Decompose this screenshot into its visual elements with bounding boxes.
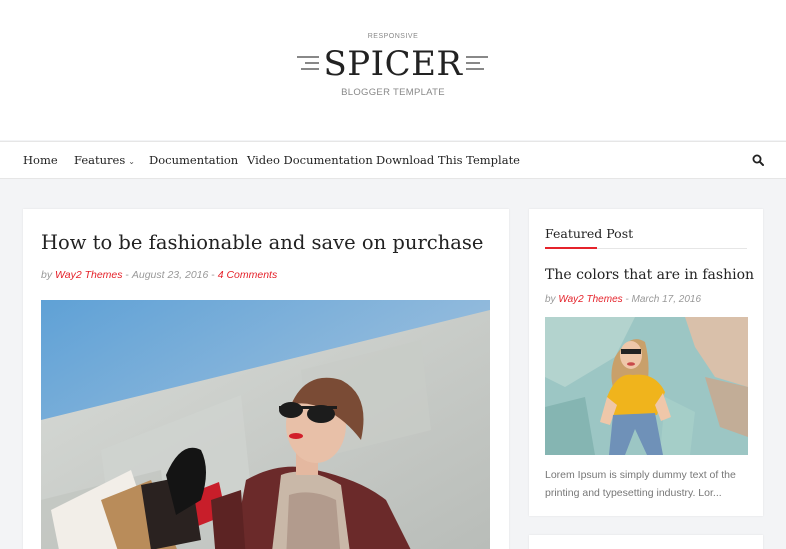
nav-item-documentation[interactable]: Documentation [149, 153, 238, 167]
chevron-down-icon: ⌄ [128, 157, 135, 166]
logo-subtitle: BLOGGER TEMPLATE [341, 87, 445, 98]
post-author-link[interactable]: Way2 Themes [55, 269, 123, 281]
featured-post-widget: Featured Post The colors that are in fas… [529, 209, 763, 516]
featured-post-image[interactable] [545, 317, 748, 455]
logo-decoration-right [466, 56, 488, 70]
featured-post-title[interactable]: The colors that are in fashion [545, 267, 754, 283]
search-icon[interactable] [752, 154, 764, 166]
post-date: August 23, 2016 [131, 269, 209, 281]
widget-divider-accent [545, 247, 597, 249]
post-card: How to be fashionable and save on purcha… [23, 209, 509, 549]
main-navigation: Home Features ⌄ Documentation Video Docum… [0, 141, 786, 179]
post-by: by [41, 269, 53, 281]
post-title[interactable]: How to be fashionable and save on purcha… [41, 231, 483, 254]
post-meta: by Way2 Themes - August 23, 2016 - 4 Com… [41, 269, 277, 281]
sidebar-widget-next [529, 535, 763, 549]
featured-post-author-link[interactable]: Way2 Themes [558, 294, 622, 305]
widget-title: Featured Post [545, 226, 634, 241]
nav-item-features-label: Features [74, 153, 126, 167]
post-meta-separator: - [208, 269, 218, 281]
post-meta-separator: - [122, 269, 132, 281]
nav-item-download-template[interactable]: Download This Template [376, 153, 520, 167]
post-featured-image[interactable] [41, 300, 490, 549]
featured-post-meta: by Way2 Themes - March 17, 2016 [545, 294, 701, 305]
logo-tagline: RESPONSIVE [367, 33, 419, 40]
nav-item-features[interactable]: Features ⌄ [74, 153, 135, 167]
site-header: RESPONSIVE SPICER BLOGGER TEMPLATE [0, 0, 786, 140]
post-comments-link[interactable]: 4 Comments [218, 269, 278, 281]
featured-post-date: March 17, 2016 [631, 294, 702, 305]
site-logo-title[interactable]: SPICER [0, 44, 786, 84]
featured-post-excerpt: Lorem Ipsum is simply dummy text of the … [545, 469, 736, 499]
nav-item-video-documentation[interactable]: Video Documentation [247, 153, 373, 167]
featured-post-meta-separator: - [622, 294, 632, 305]
nav-item-home[interactable]: Home [23, 153, 58, 167]
fashion-woman-shopping-image [41, 300, 490, 549]
featured-post-by: by [545, 294, 556, 305]
woman-yellow-shirt-image [545, 317, 748, 455]
